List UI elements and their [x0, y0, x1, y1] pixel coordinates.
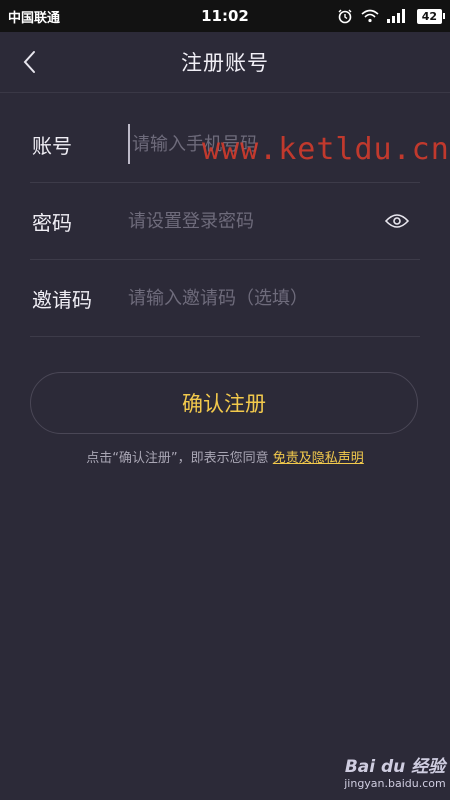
- eye-icon: [385, 214, 409, 228]
- agreement-text: 点击“确认注册”，即表示您同意 免责及隐私声明: [0, 447, 450, 466]
- confirm-register-button[interactable]: 确认注册: [30, 372, 418, 434]
- baidu-logo: Bai du 经验: [344, 757, 446, 777]
- register-form: 账号 密码 邀请码: [30, 106, 420, 337]
- baidu-jingyan-badge: Bai du 经验 jingyan.baidu.com: [340, 752, 450, 790]
- page-title: 注册账号: [181, 51, 269, 75]
- battery-icon: 42: [416, 8, 446, 24]
- wifi-icon: [361, 9, 379, 23]
- password-input[interactable]: [128, 201, 420, 241]
- toggle-password-visibility-button[interactable]: [384, 209, 410, 233]
- carrier-label: 中国联通: [8, 10, 61, 26]
- chevron-left-icon: [23, 51, 35, 73]
- account-row: 账号: [30, 106, 420, 183]
- invite-code-input[interactable]: [128, 278, 420, 318]
- account-label: 账号: [32, 133, 72, 158]
- status-icons: 42: [337, 8, 446, 24]
- status-bar: 中国联通 11:02 42: [0, 0, 450, 32]
- alarm-icon: [338, 9, 352, 24]
- nav-bar: 注册账号: [0, 32, 450, 93]
- phone-input[interactable]: [128, 124, 420, 164]
- agreement-prefix: 点击“确认注册”，即表示您同意: [86, 451, 273, 466]
- privacy-policy-link[interactable]: 免责及隐私声明: [273, 451, 364, 466]
- invite-label: 邀请码: [32, 287, 92, 312]
- back-button[interactable]: [14, 46, 46, 78]
- invite-row: 邀请码: [30, 260, 420, 337]
- password-row: 密码: [30, 183, 420, 260]
- signal-icon: [386, 9, 405, 23]
- password-label: 密码: [32, 210, 72, 235]
- baidu-url: jingyan.baidu.com: [344, 777, 446, 790]
